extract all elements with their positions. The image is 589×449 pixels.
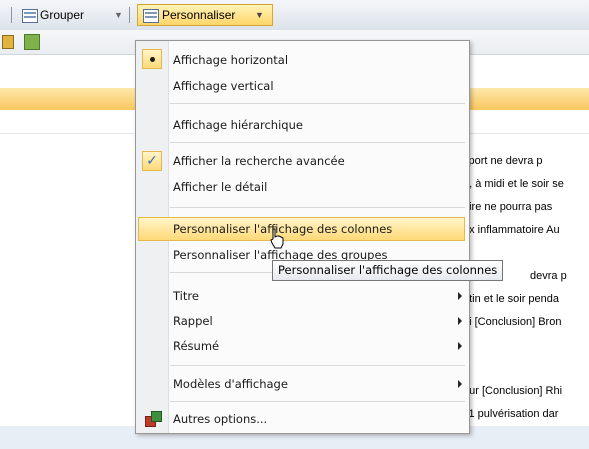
chevron-down-icon: ▼	[255, 10, 264, 20]
menu-separator	[170, 365, 465, 366]
menu-item-modeles-affichage[interactable]: Modèles d'affichage	[173, 373, 288, 395]
row-cell: ux inflammatoire Au	[463, 224, 560, 236]
options-icon	[145, 411, 162, 427]
menu-item-afficher-detail[interactable]: Afficher le détail	[173, 176, 267, 198]
toolbar: Grouper ▼ Personnaliser ▼	[0, 0, 589, 31]
submenu-arrow-icon	[458, 317, 462, 325]
menu-item-autres-options[interactable]: Autres options...	[173, 408, 267, 430]
menu-item-resume[interactable]: Résumé	[173, 335, 219, 357]
personnaliser-button[interactable]: Personnaliser ▼	[137, 4, 273, 26]
row-cell: aire ne pourra pas	[463, 201, 553, 213]
menu-item-rappel[interactable]: Rappel	[173, 310, 213, 332]
personnaliser-menu: Affichage horizontal Affichage vertical …	[135, 40, 470, 434]
grouper-label: Grouper	[40, 8, 85, 22]
menu-separator	[170, 103, 465, 104]
bullet-indicator	[142, 49, 162, 69]
toolbar-separator	[129, 7, 130, 23]
check-icon: ✓	[142, 151, 162, 171]
toolbar-separator	[11, 7, 12, 23]
menu-item-affichage-horizontal[interactable]: Affichage horizontal	[173, 49, 288, 71]
menu-separator	[170, 207, 465, 208]
menu-item-recherche-avancee[interactable]: Afficher la recherche avancée	[173, 150, 345, 172]
row-cell: l 1 pulvérisation dar	[463, 408, 559, 420]
submenu-arrow-icon	[458, 380, 462, 388]
group-icon	[22, 9, 38, 23]
customize-grid-icon	[143, 9, 159, 23]
row-cell: n, à midi et le soir se	[463, 178, 564, 190]
personnaliser-label: Personnaliser	[162, 8, 236, 22]
tooltip: Personnaliser l'affichage des colonnes	[272, 260, 504, 281]
export-icon[interactable]	[2, 35, 14, 49]
import-icon[interactable]	[24, 34, 40, 50]
submenu-arrow-icon	[458, 292, 462, 300]
chevron-down-icon: ▼	[114, 10, 123, 20]
menu-separator	[170, 142, 465, 143]
row-cell: hi [Conclusion] Bron	[463, 316, 562, 328]
menu-item-titre[interactable]: Titre	[173, 285, 199, 307]
row-cell: sport ne devra p	[463, 155, 543, 167]
submenu-arrow-icon	[458, 342, 462, 350]
grouper-button[interactable]: Grouper ▼	[18, 4, 130, 26]
row-cell: eur [Conclusion] Rhi	[463, 385, 563, 397]
menu-item-affichage-hierarchique[interactable]: Affichage hiérarchique	[173, 114, 303, 136]
mouse-cursor-icon	[270, 228, 286, 250]
menu-separator	[170, 401, 465, 402]
menu-item-affichage-vertical[interactable]: Affichage vertical	[173, 75, 274, 97]
row-cell: devra p	[530, 270, 567, 282]
row-cell: atin et le soir penda	[463, 293, 560, 305]
